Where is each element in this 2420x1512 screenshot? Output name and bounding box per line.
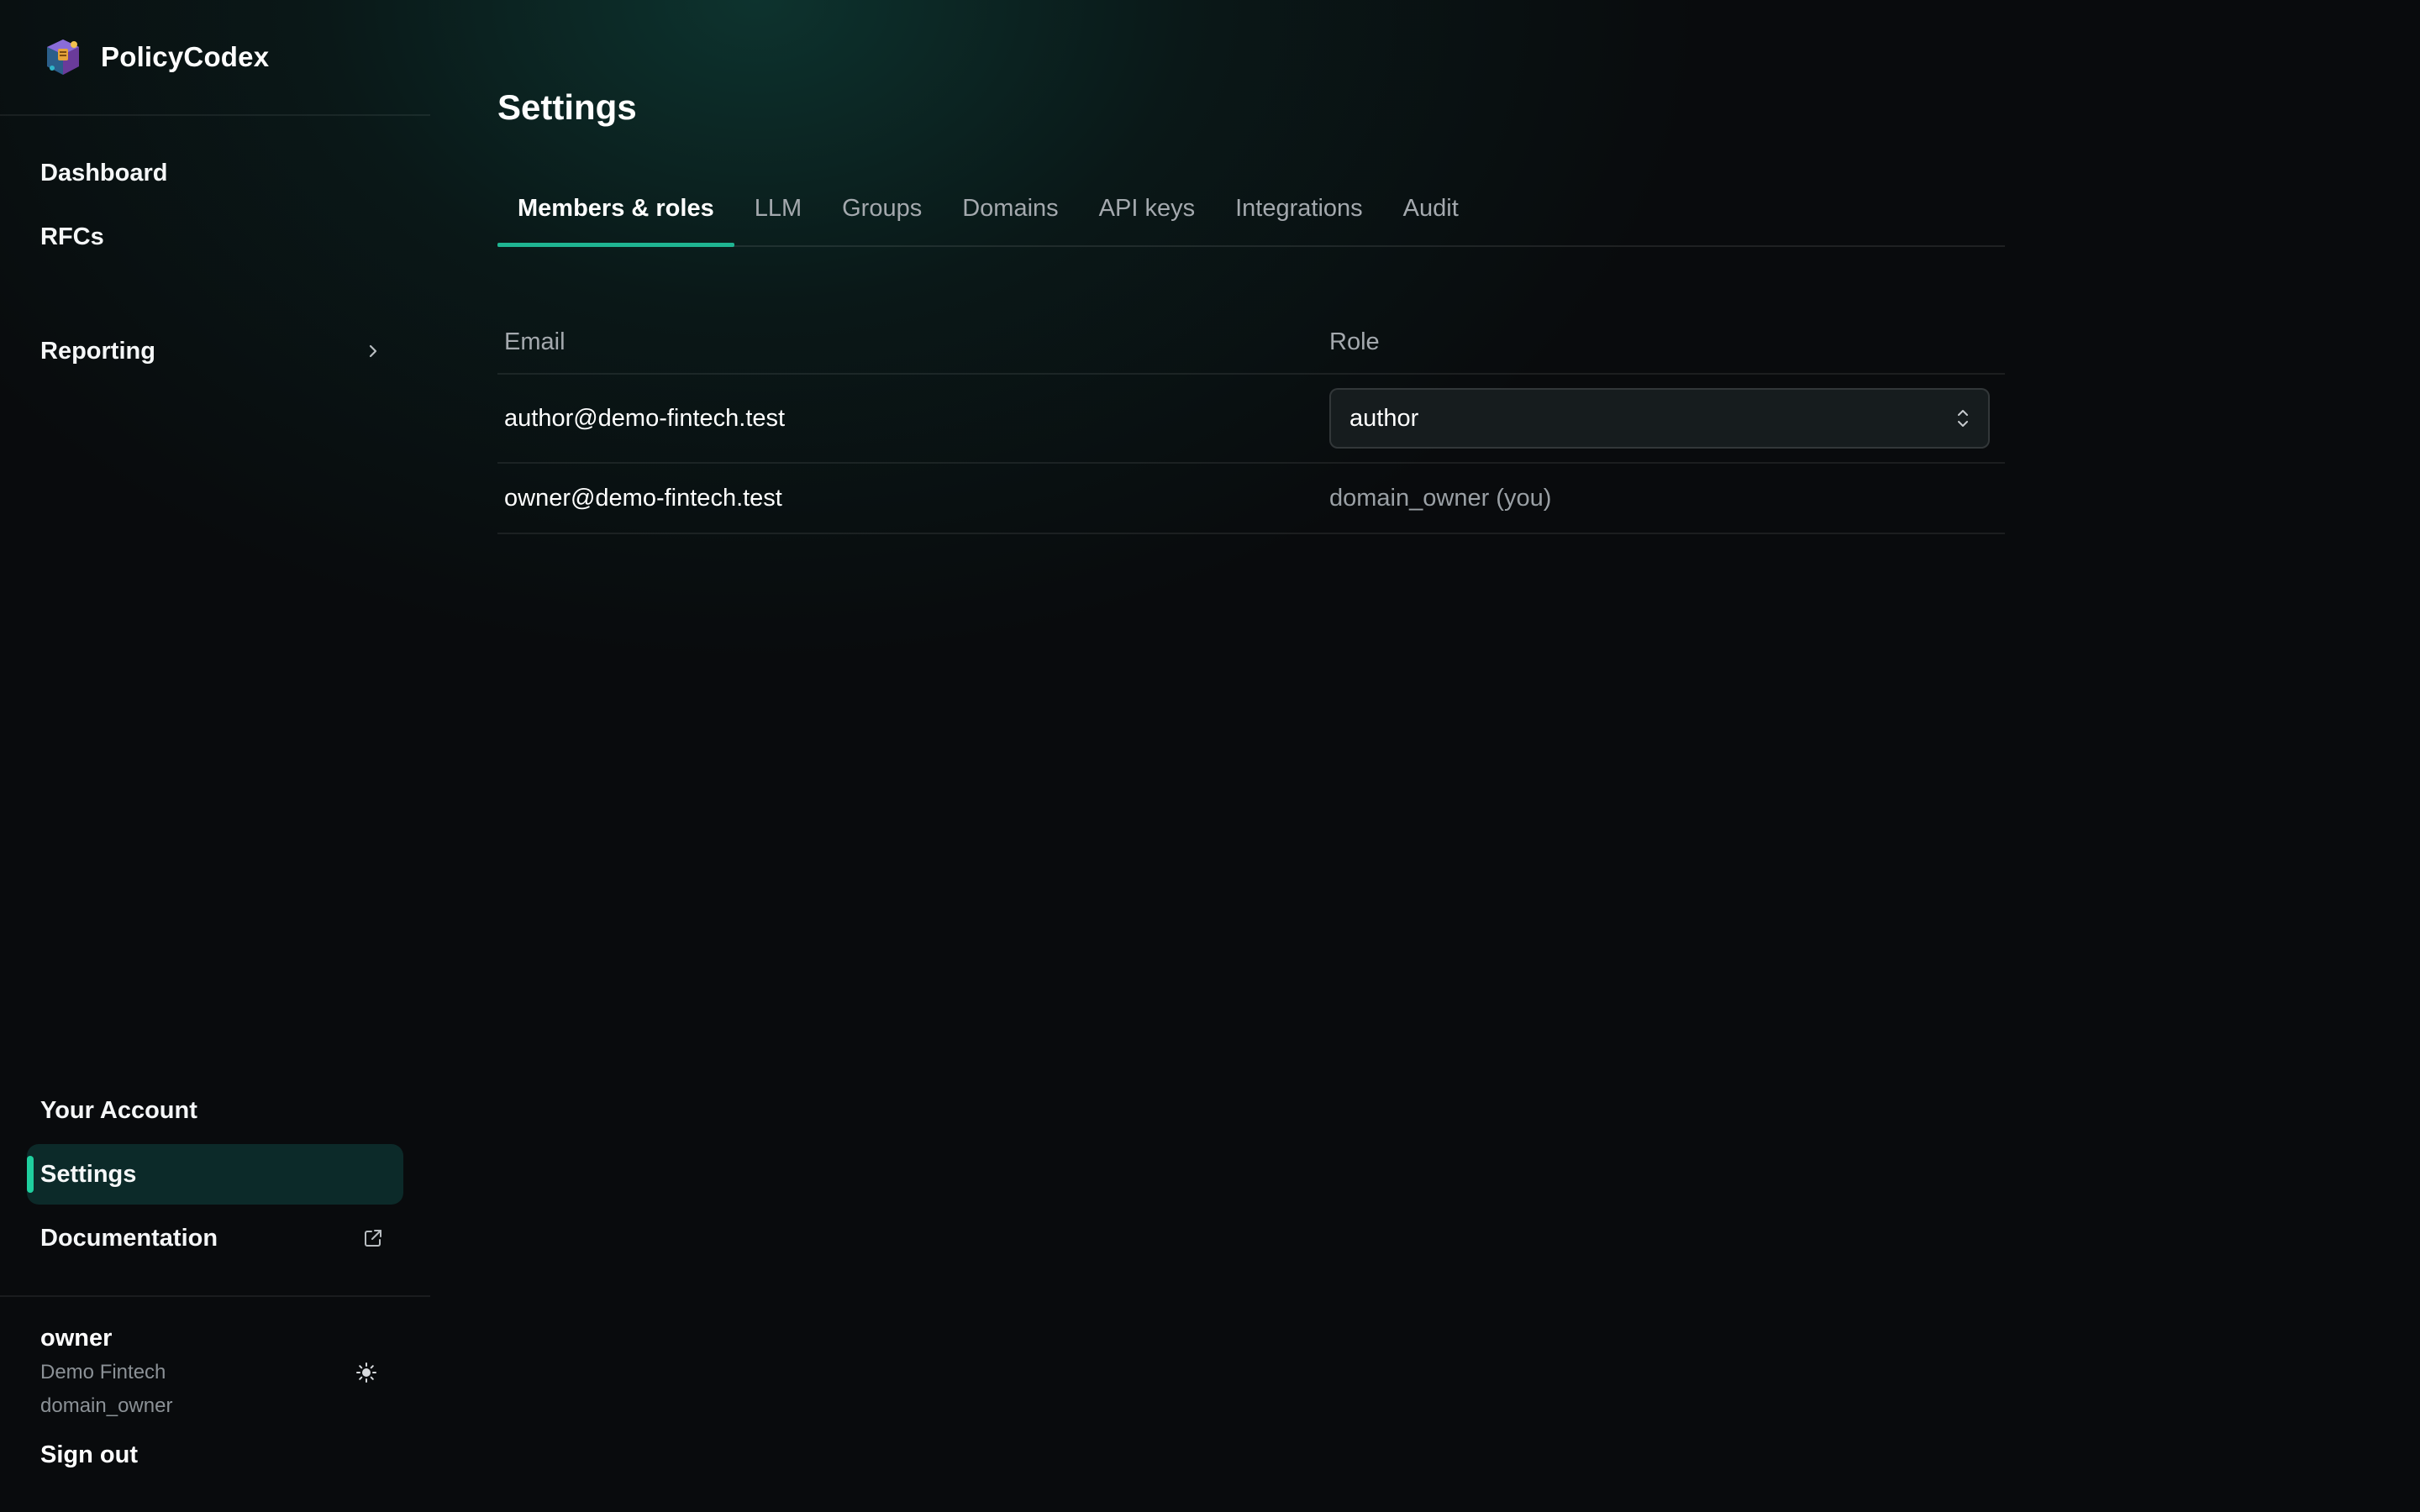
app-root: PolicyCodex Dashboard RFCs Reporting You… <box>0 0 2420 1512</box>
app-name: PolicyCodex <box>101 41 270 72</box>
chevron-right-icon <box>360 338 387 365</box>
sun-icon[interactable] <box>353 1359 380 1386</box>
tab-api-keys[interactable]: API keys <box>1079 180 1215 245</box>
sidebar: PolicyCodex Dashboard RFCs Reporting You… <box>0 0 430 1512</box>
role-select[interactable]: author <box>1329 388 1990 449</box>
user-name: owner <box>40 1325 113 1352</box>
role-select-value: author <box>1349 404 1419 432</box>
tab-domains[interactable]: Domains <box>942 180 1078 245</box>
member-email: author@demo-fintech.test <box>504 404 786 432</box>
sidebar-item-label: Dashboard <box>40 159 168 186</box>
sidebar-item-label: RFCs <box>40 223 104 250</box>
sidebar-divider-bottom <box>0 1295 430 1297</box>
external-link-icon <box>360 1225 387 1252</box>
sign-out-button[interactable]: Sign out <box>40 1436 138 1473</box>
tab-llm[interactable]: LLM <box>734 180 822 245</box>
sidebar-item-dashboard[interactable]: Dashboard <box>27 143 403 203</box>
members-table: Email Role author@demo-fintech.test auth… <box>497 311 2005 534</box>
table-row: owner@demo-fintech.test domain_owner (yo… <box>497 464 2005 534</box>
chevron-up-down-icon <box>1958 410 1968 427</box>
sidebar-divider-top <box>0 114 430 116</box>
member-email: owner@demo-fintech.test <box>504 484 782 512</box>
sidebar-item-label: Reporting <box>40 337 155 365</box>
settings-tabs: Members & roles LLM Groups Domains API k… <box>497 180 2005 247</box>
table-header: Email Role <box>497 311 2005 375</box>
tab-audit[interactable]: Audit <box>1383 180 1479 245</box>
sidebar-item-your-account[interactable]: Your Account <box>27 1080 403 1141</box>
column-header-email: Email <box>504 328 566 355</box>
tab-integrations[interactable]: Integrations <box>1215 180 1383 245</box>
tab-members-roles[interactable]: Members & roles <box>497 180 734 247</box>
brand[interactable]: PolicyCodex <box>40 30 269 84</box>
sidebar-item-label: Documentation <box>40 1224 218 1252</box>
tab-groups[interactable]: Groups <box>822 180 942 245</box>
policycodex-logo-icon <box>47 39 79 75</box>
sidebar-item-rfcs[interactable]: RFCs <box>27 207 403 267</box>
column-header-role: Role <box>1329 328 1380 355</box>
table-row: author@demo-fintech.test author <box>497 375 2005 464</box>
user-role: domain_owner <box>40 1394 173 1417</box>
sidebar-item-documentation[interactable]: Documentation <box>27 1208 403 1268</box>
sidebar-item-reporting[interactable]: Reporting <box>27 321 403 381</box>
role-cell: author <box>1329 388 2005 449</box>
sidebar-item-settings[interactable]: Settings <box>27 1144 403 1205</box>
sidebar-item-label: Settings <box>40 1160 137 1188</box>
sidebar-item-label: Your Account <box>40 1096 197 1124</box>
page-title: Settings <box>497 87 637 127</box>
member-role-text: domain_owner (you) <box>1329 484 1552 512</box>
user-org: Demo Fintech <box>40 1361 166 1383</box>
user-info: owner Demo Fintech domain_owner <box>40 1320 393 1423</box>
